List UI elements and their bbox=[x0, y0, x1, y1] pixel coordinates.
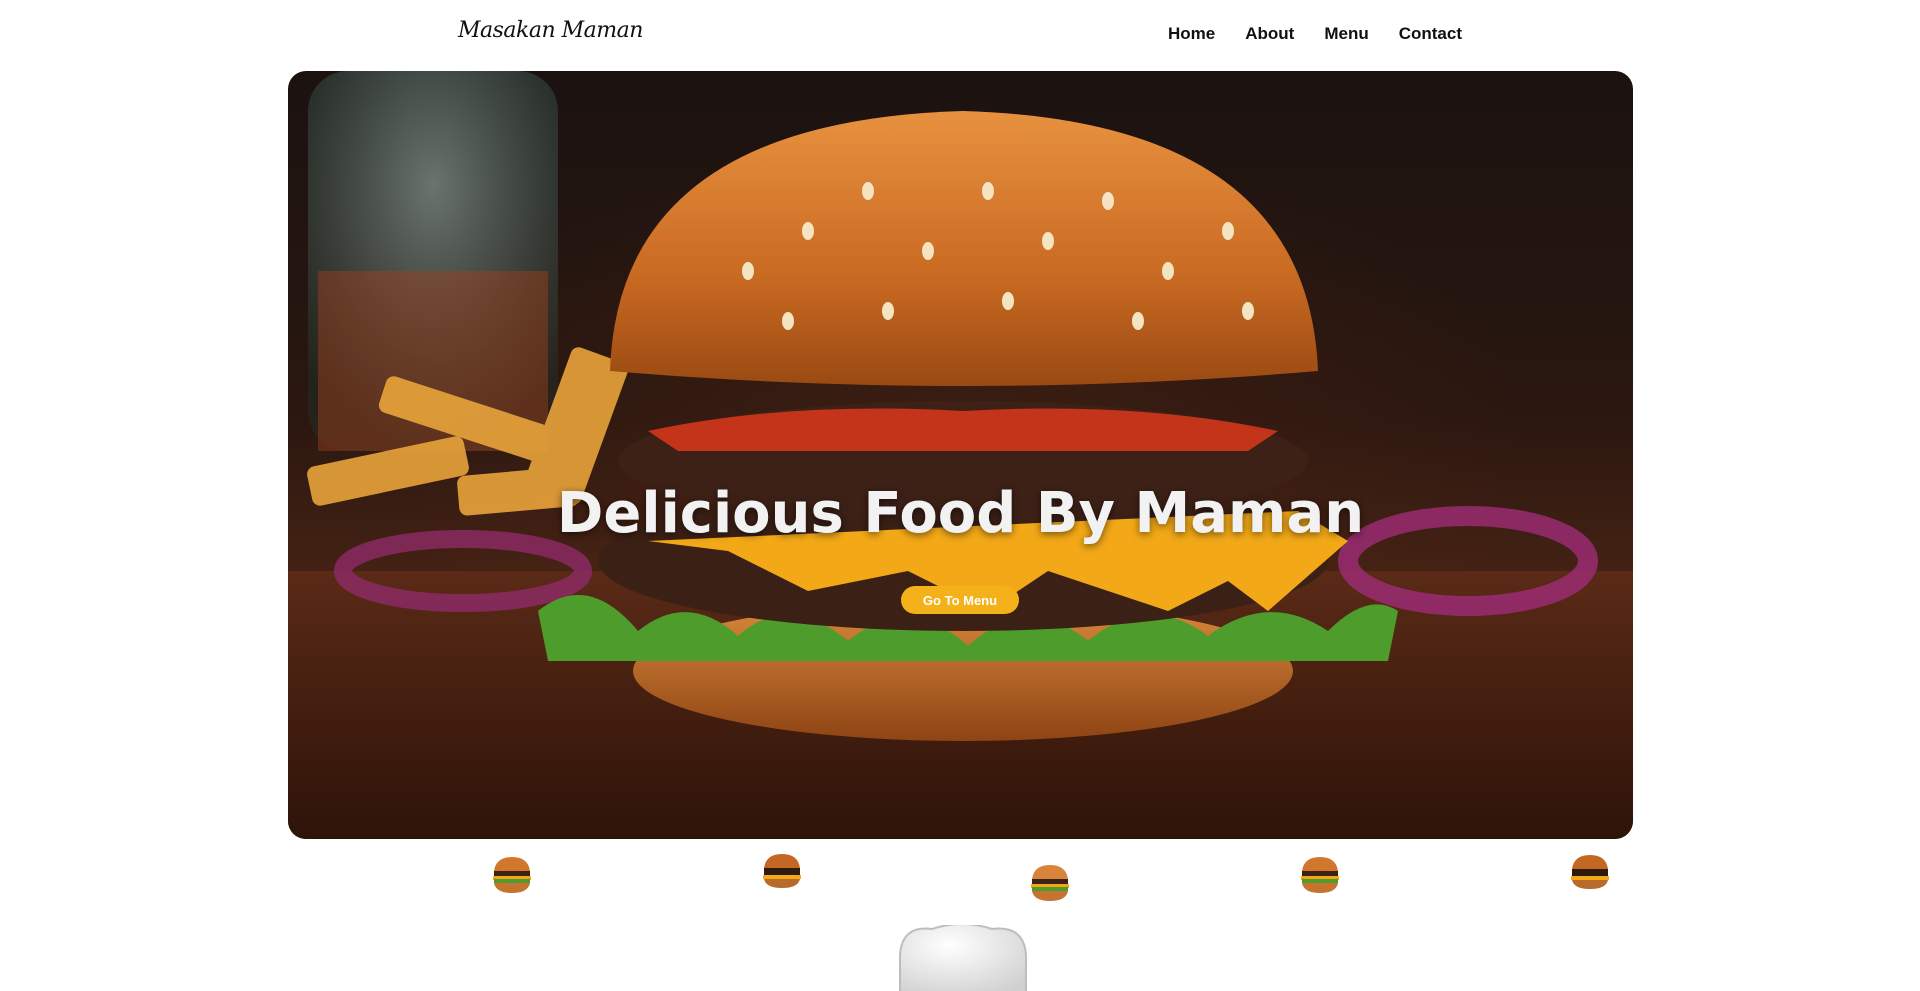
logo[interactable]: Masakan Maman bbox=[458, 18, 643, 43]
nav-about[interactable]: About bbox=[1245, 24, 1294, 44]
burger-icon[interactable] bbox=[1028, 863, 1072, 903]
page: Masakan Maman Home About Menu Contact De… bbox=[0, 0, 1920, 991]
burger-icon[interactable] bbox=[760, 852, 804, 892]
burger-thumbnails bbox=[0, 852, 1920, 905]
go-to-menu-button[interactable]: Go To Menu bbox=[901, 586, 1019, 614]
hero-burger-image bbox=[288, 71, 1633, 839]
burger-icon[interactable] bbox=[490, 855, 534, 895]
site-header: Masakan Maman Home About Menu Contact bbox=[0, 0, 1920, 72]
nav-menu[interactable]: Menu bbox=[1324, 24, 1368, 44]
burger-icon[interactable] bbox=[1298, 855, 1342, 895]
nav-home[interactable]: Home bbox=[1168, 24, 1215, 44]
hero-title: Delicious Food By Maman bbox=[556, 481, 1365, 546]
burger-icon[interactable] bbox=[1568, 853, 1612, 893]
hero-banner: Delicious Food By Maman Go To Menu bbox=[288, 71, 1633, 839]
main-nav: Home About Menu Contact bbox=[1168, 24, 1462, 44]
nav-contact[interactable]: Contact bbox=[1399, 24, 1462, 44]
chef-hat-icon bbox=[899, 925, 1027, 991]
